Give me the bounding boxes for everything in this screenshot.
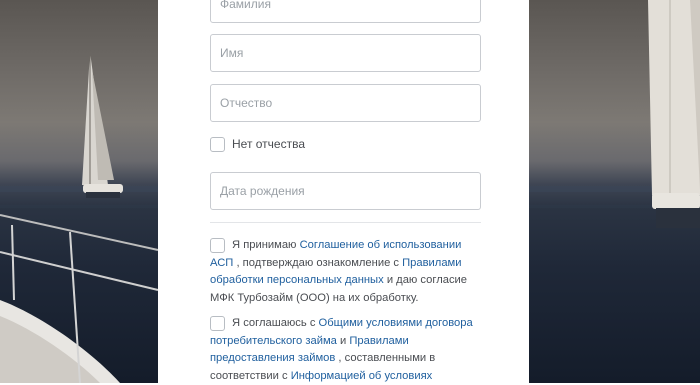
consent-asp-checkbox[interactable]	[210, 238, 225, 253]
consent-loan-terms-block: Я соглашаюсь с Общими условиями договора…	[210, 315, 485, 385]
consent-text: и	[339, 334, 350, 347]
name-field[interactable]	[210, 34, 481, 72]
patronymic-input[interactable]	[211, 85, 480, 121]
birth-date-input[interactable]	[211, 173, 480, 209]
consent-asp-block: Я принимаю Соглашение об использовании А…	[210, 237, 485, 307]
registration-form-panel: Нет отчества Я принимаю Соглашение об ис…	[158, 0, 529, 383]
yacht-deck	[0, 214, 159, 383]
sailboat-left	[82, 52, 123, 198]
patronymic-field[interactable]	[210, 84, 481, 122]
no-patronymic-label: Нет отчества	[232, 137, 306, 151]
divider	[210, 222, 481, 223]
terms-information-link[interactable]: Информацией об условиях	[291, 370, 433, 382]
surname-field[interactable]	[210, 0, 481, 23]
consent-text: , подтверждаю ознакомление с	[236, 256, 403, 269]
birth-date-field[interactable]	[210, 172, 481, 210]
no-patronymic-checkbox[interactable]	[210, 137, 225, 152]
consent-text: Я принимаю	[232, 239, 300, 251]
consent-text: Я соглашаюсь с	[232, 317, 319, 329]
sailboat-right	[648, 0, 700, 228]
name-input[interactable]	[211, 35, 480, 71]
surname-input[interactable]	[211, 0, 480, 22]
consent-loan-terms-checkbox[interactable]	[210, 316, 225, 331]
